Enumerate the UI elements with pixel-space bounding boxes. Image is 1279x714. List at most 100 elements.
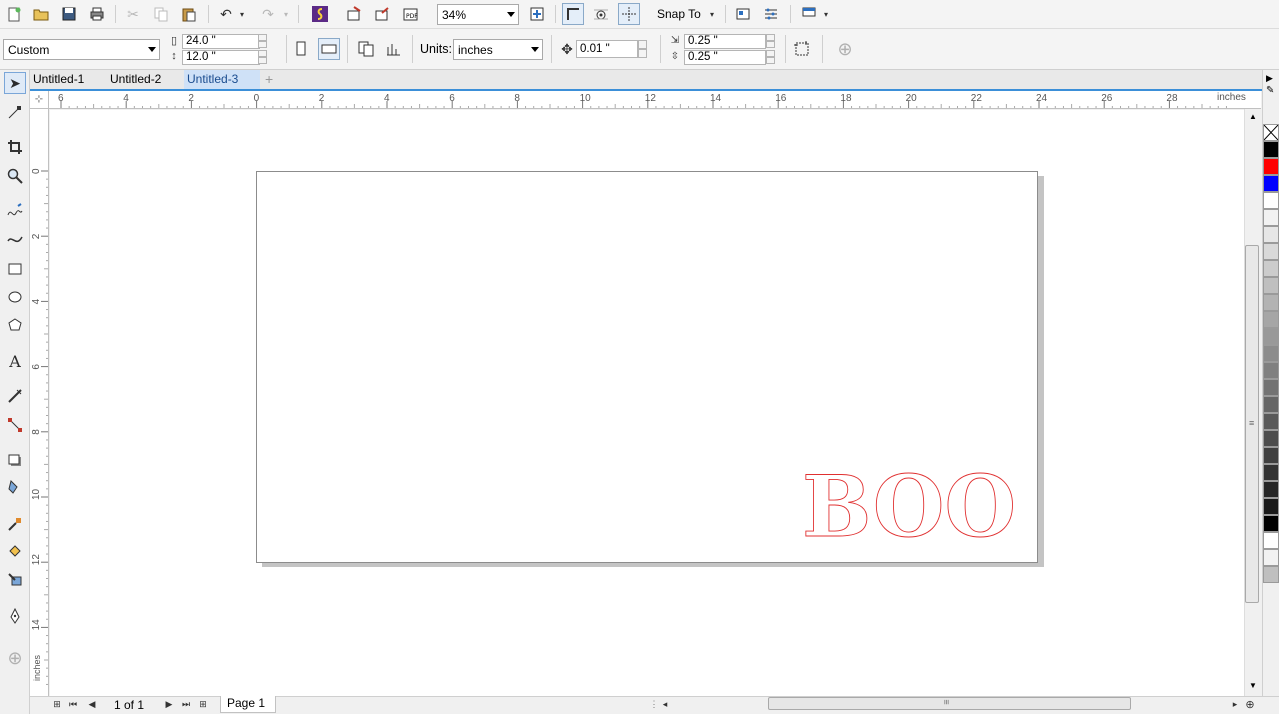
paste-icon[interactable] [178,3,200,25]
scroll-left-icon[interactable]: ◂ [659,697,671,711]
next-page-icon[interactable]: ▶ [163,697,175,711]
freehand-tool-icon[interactable] [4,200,26,222]
duplicate-x-up[interactable] [766,34,775,41]
undo-icon[interactable]: ↶ [215,3,237,25]
pick-tool-icon[interactable]: ➤ [4,72,26,94]
palette-expand-icon[interactable]: ▶ [1266,73,1273,84]
horizontal-ruler[interactable]: 6 4 2 0 2 4 6 8 10 12 14 16 18 20 22 24 26 28 inches [49,91,1261,109]
transparency-tool-icon[interactable] [4,476,26,498]
show-guidelines-icon[interactable] [618,3,640,25]
no-color-swatch[interactable] [1263,124,1279,141]
dimension-tool-icon[interactable] [4,385,26,407]
duplicate-x-down[interactable] [766,41,775,48]
tab-untitled-1[interactable]: Untitled-1 [30,70,105,89]
outline-pen-tool-icon[interactable] [4,605,26,627]
all-pages-icon[interactable] [355,38,377,60]
zoom-level-select[interactable]: 34% [437,4,519,25]
portrait-icon[interactable] [290,38,312,60]
shape-tool-icon[interactable] [4,101,26,123]
undo-dropdown-icon[interactable]: ▾ [236,3,248,25]
snap-to-label[interactable]: Snap To [657,7,701,21]
zoom-tool-icon[interactable] [4,165,26,187]
color-swatch[interactable] [1263,498,1279,515]
add-page-after-icon[interactable]: ⊞ [197,697,209,711]
duplicate-y-down[interactable] [766,57,775,64]
page-tab[interactable]: Page 1 [220,696,276,713]
color-swatch[interactable] [1263,345,1279,362]
color-swatch[interactable] [1263,481,1279,498]
color-swatch[interactable] [1263,447,1279,464]
color-swatch[interactable] [1263,532,1279,549]
duplicate-x-input[interactable]: 0.25 " [684,34,766,49]
smart-fill-tool-icon[interactable] [4,568,26,590]
scroll-right-icon[interactable]: ▸ [1229,697,1241,711]
new-tab-icon[interactable]: + [262,70,280,89]
ellipse-tool-icon[interactable] [4,286,26,308]
text-tool-icon[interactable]: A [4,350,26,372]
page-size-select[interactable]: Custom [3,39,160,60]
first-page-icon[interactable]: ⏮ [67,697,79,711]
connector-tool-icon[interactable] [4,414,26,436]
navigator-zoom-icon[interactable]: ⊕ [1244,697,1256,711]
horizontal-scroll-thumb[interactable]: ≡ [768,697,1131,710]
color-swatch[interactable] [1263,515,1279,532]
open-folder-icon[interactable] [30,3,52,25]
zoom-fit-icon[interactable] [526,3,548,25]
vertical-scroll-thumb[interactable]: ≡ [1245,245,1259,603]
cut-icon[interactable]: ✂ [122,3,144,25]
color-swatch[interactable] [1263,209,1279,226]
color-swatch[interactable] [1263,328,1279,345]
print-icon[interactable] [86,3,108,25]
eyedropper-tool-icon[interactable] [4,513,26,535]
page-height-down[interactable] [258,57,267,64]
page-height-input[interactable]: 12.0 " [182,50,260,65]
current-page-icon[interactable] [383,38,405,60]
app-launcher-icon[interactable] [309,3,331,25]
color-swatch[interactable] [1263,549,1279,566]
color-swatch[interactable] [1263,379,1279,396]
duplicate-y-input[interactable]: 0.25 " [684,50,766,65]
boo-text-object[interactable]: BOO [800,470,1020,545]
show-grid-icon[interactable] [590,3,612,25]
tab-untitled-2[interactable]: Untitled-2 [107,70,182,89]
scroll-up-icon[interactable]: ▲ [1249,112,1257,121]
page-width-input[interactable]: 24.0 " [182,34,260,49]
duplicate-y-up[interactable] [766,50,775,57]
treat-as-filled-icon[interactable] [791,38,813,60]
rectangle-tool-icon[interactable] [4,258,26,280]
vertical-ruler[interactable]: 0 2 4 6 8 10 12 14 inches [30,109,49,696]
color-swatch[interactable] [1263,226,1279,243]
color-swatch[interactable] [1263,566,1279,583]
launcher-dropdown-icon[interactable]: ▾ [820,3,832,25]
last-page-icon[interactable]: ⏭ [180,697,192,711]
interactive-fill-tool-icon[interactable] [4,540,26,562]
redo-icon[interactable]: ↷ [257,3,279,25]
export-icon[interactable] [372,3,394,25]
redo-dropdown-icon[interactable]: ▾ [280,3,292,25]
color-swatch[interactable] [1263,430,1279,447]
ruler-origin-icon[interactable]: ⊹ [30,91,49,109]
tab-untitled-3[interactable]: Untitled-3 [184,70,260,89]
color-swatch[interactable] [1263,413,1279,430]
save-icon[interactable] [58,3,80,25]
crop-tool-icon[interactable] [4,136,26,158]
add-page-before-icon[interactable]: ⊞ [51,697,63,711]
landscape-icon[interactable] [318,38,340,60]
previous-page-icon[interactable]: ◀ [86,697,98,711]
drop-shadow-tool-icon[interactable] [4,450,26,472]
nudge-down[interactable] [638,49,647,58]
publish-pdf-icon[interactable]: PDF [400,3,422,25]
application-launcher-icon[interactable] [798,3,820,25]
palette-eyedropper-icon[interactable]: ✎ [1266,85,1274,96]
show-rulers-icon[interactable] [562,3,584,25]
color-swatch[interactable] [1263,158,1279,175]
units-select[interactable]: inches [453,39,543,60]
page-height-up[interactable] [258,50,267,57]
snap-to-dropdown-icon[interactable]: ▾ [706,3,718,25]
nudge-up[interactable] [638,40,647,49]
color-swatch[interactable] [1263,311,1279,328]
welcome-screen-icon[interactable] [732,3,754,25]
add-quick-customize-icon[interactable]: ⊕ [834,38,856,60]
color-swatch[interactable] [1263,294,1279,311]
add-tool-icon[interactable]: ⊕ [4,647,26,669]
